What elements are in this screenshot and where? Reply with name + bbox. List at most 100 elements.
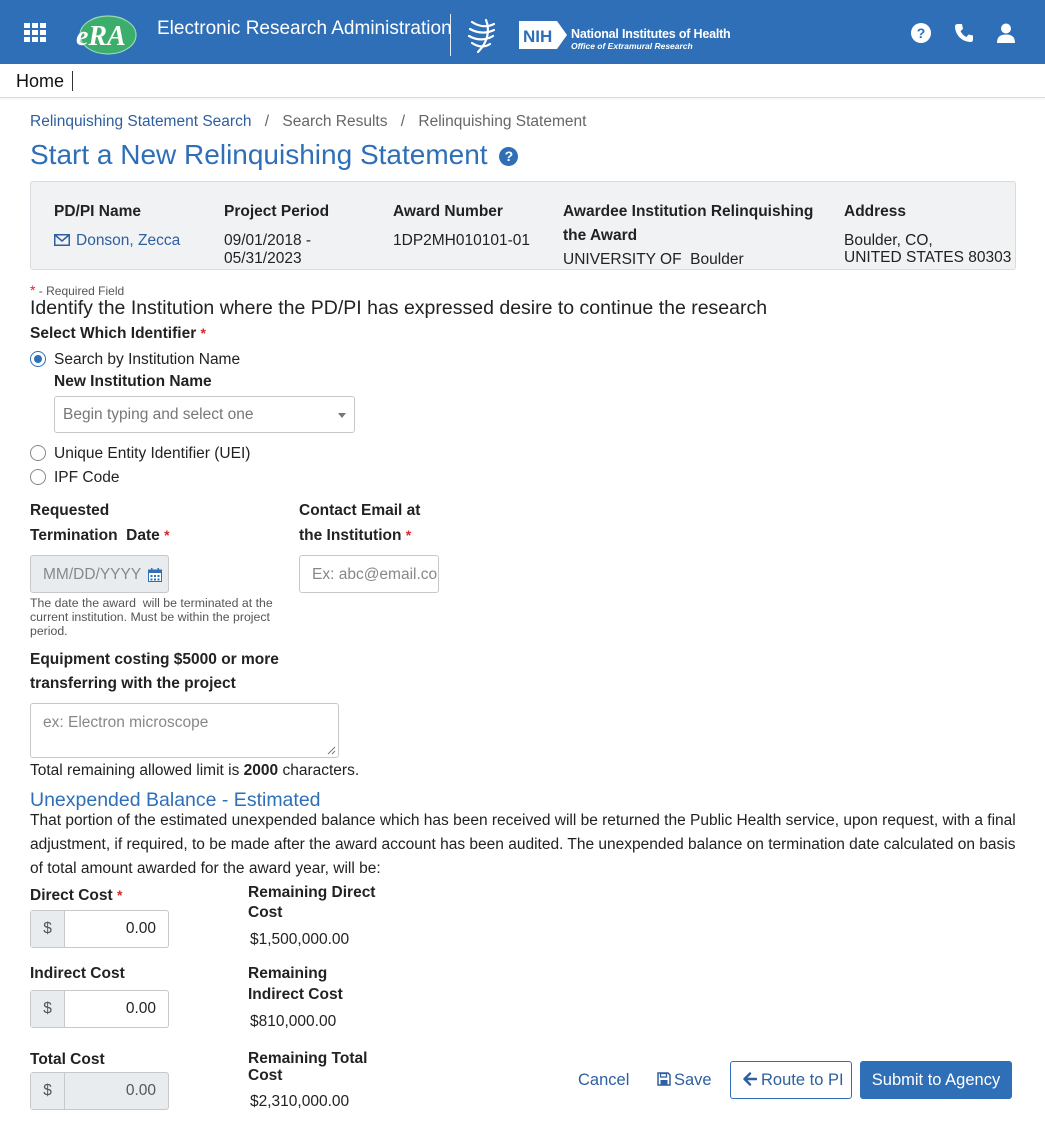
direct-cost-value: 0.00 xyxy=(125,920,156,937)
radio-button[interactable] xyxy=(30,469,46,485)
institution-name-select[interactable]: Begin typing and select one xyxy=(54,396,355,433)
caret-down-icon xyxy=(338,413,346,418)
header-divider xyxy=(450,14,451,56)
limit-suffix: characters. xyxy=(282,762,360,779)
save-label: Save xyxy=(674,1071,712,1089)
section-heading: Identify the Institution where the PD/PI… xyxy=(30,297,768,319)
termination-label-line1: Requested xyxy=(30,502,110,519)
radio-label: IPF Code xyxy=(54,469,120,486)
indirect-cost-input[interactable]: $ 0.00 xyxy=(30,990,169,1028)
phone-icon[interactable] xyxy=(953,22,975,44)
total-cost-label: Total Cost xyxy=(30,1051,105,1068)
required-marker: * xyxy=(405,527,412,543)
award-summary-panel: PD/PI Name Donson, Zecca Project Period … xyxy=(30,181,1016,270)
era-logo[interactable]: eRA xyxy=(70,12,138,58)
termination-date-label: Requested Termination Date * xyxy=(30,499,170,548)
app-title: Electronic Research Administration xyxy=(157,18,452,39)
radio-button-selected[interactable] xyxy=(30,351,46,367)
cancel-button[interactable]: Cancel xyxy=(578,1071,629,1090)
remaining-total-value: $2,310,000.00 xyxy=(250,1093,350,1110)
remaining-direct-line1: Remaining Direct xyxy=(248,884,376,901)
institution-name-label: New Institution Name xyxy=(54,373,212,390)
award-column: Award Number 1DP2MH010101-01 xyxy=(393,200,530,250)
save-icon xyxy=(657,1072,671,1086)
apps-grid-icon[interactable] xyxy=(24,23,46,43)
remaining-indirect-line1: Remaining xyxy=(248,965,328,982)
required-marker: * xyxy=(117,887,123,903)
page-title-text: Start a New Relinquishing Statement xyxy=(30,139,488,170)
remaining-indirect-value: $810,000.00 xyxy=(250,1013,337,1030)
indirect-cost-value: 0.00 xyxy=(125,1000,156,1017)
remaining-total-label: Remaining Total Cost xyxy=(248,1050,367,1084)
termination-date-hint: The date the award will be terminated at… xyxy=(30,596,292,638)
termination-label-line2: Termination Date xyxy=(30,527,160,544)
currency-addon: $ xyxy=(31,1073,65,1109)
hint-line1: The date the award will be terminated at… xyxy=(30,596,273,610)
svg-text:NIH: NIH xyxy=(523,27,552,46)
award-number: 1DP2MH010101-01 xyxy=(393,232,531,249)
currency-addon: $ xyxy=(31,911,65,947)
email-placeholder: Ex: abc@email.com xyxy=(312,566,439,583)
breadcrumb-search-link[interactable]: Relinquishing Statement Search xyxy=(30,113,251,130)
remaining-total-line1: Remaining Total xyxy=(248,1050,368,1067)
help-icon[interactable]: ? xyxy=(910,22,932,44)
nih-subtitle: Office of Extramural Research xyxy=(571,41,693,51)
calendar-icon[interactable] xyxy=(148,568,162,582)
currency-addon: $ xyxy=(31,991,65,1027)
radio-label: Unique Entity Identifier (UEI) xyxy=(54,445,251,462)
indirect-cost-label: Indirect Cost xyxy=(30,965,125,982)
award-number-label: Award Number xyxy=(393,203,503,220)
date-placeholder: MM/DD/YYYY xyxy=(43,566,142,583)
breadcrumb-search-results: Search Results xyxy=(282,113,388,130)
hint-line4: period. xyxy=(30,624,68,638)
pi-column: PD/PI Name Donson, Zecca xyxy=(54,200,180,250)
remaining-total-line2: Cost xyxy=(248,1067,283,1084)
institution-name-placeholder: Begin typing and select one xyxy=(63,406,254,423)
radio-uei[interactable]: Unique Entity Identifier (UEI) xyxy=(30,445,250,463)
resize-grip-icon[interactable] xyxy=(327,746,336,755)
email-label-line2: the Institution xyxy=(299,527,402,544)
radio-ipf-code[interactable]: IPF Code xyxy=(30,469,119,487)
equipment-label-line2: transferring with the project xyxy=(30,675,236,692)
nih-name: National Institutes of Health xyxy=(571,27,731,41)
direct-cost-input[interactable]: $ 0.00 xyxy=(30,910,169,948)
route-to-pi-button[interactable]: Route to PI xyxy=(730,1061,852,1099)
institution-label-cont: the Award xyxy=(563,227,638,244)
direct-cost-label: Direct Cost * xyxy=(30,883,122,908)
radio-label: Search by Institution Name xyxy=(54,351,241,368)
equipment-label: Equipment costing $5000 or more transfer… xyxy=(30,648,279,696)
institution-label: Awardee Institution Relinquishing xyxy=(563,203,814,220)
identifier-label-text: Select Which Identifier xyxy=(30,325,197,342)
route-to-pi-label: Route to PI xyxy=(761,1071,844,1089)
radio-institution-name[interactable]: Search by Institution Name xyxy=(30,351,240,369)
svg-text:?: ? xyxy=(917,25,926,41)
help-icon[interactable]: ? xyxy=(499,147,519,166)
pi-name-link[interactable]: Donson, Zecca xyxy=(54,232,180,250)
limit-value: 2000 xyxy=(243,762,279,779)
arrow-left-icon xyxy=(743,1072,758,1086)
termination-date-input[interactable]: MM/DD/YYYY xyxy=(30,555,169,593)
hint-line3: be within the project xyxy=(160,610,270,624)
breadcrumb-separator: / xyxy=(264,113,270,130)
user-icon[interactable] xyxy=(995,22,1017,44)
nav-bar: Home xyxy=(0,64,1045,98)
contact-email-input[interactable]: Ex: abc@email.com xyxy=(299,555,439,593)
save-button[interactable]: Save xyxy=(657,1071,712,1090)
address-line2: UNITED STATES 80303 xyxy=(844,249,1012,266)
direct-cost-label-text: Direct Cost xyxy=(30,887,113,904)
character-limit-text: Total remaining allowed limit is 2000 ch… xyxy=(30,762,359,780)
limit-prefix: Total remaining allowed limit is xyxy=(30,762,240,779)
equipment-placeholder: ex: Electron microscope xyxy=(43,714,209,731)
total-cost-field: $ 0.00 xyxy=(30,1072,169,1110)
email-label-line1: Contact Email at xyxy=(299,502,421,519)
required-note-text: - Required Field xyxy=(35,284,125,298)
pi-name[interactable]: Donson, Zecca xyxy=(76,232,180,249)
period-end: 05/31/2023 xyxy=(224,250,302,267)
breadcrumb-separator: / xyxy=(400,113,406,130)
equipment-textarea[interactable]: ex: Electron microscope xyxy=(30,703,339,758)
submit-to-agency-button[interactable]: Submit to Agency xyxy=(860,1061,1012,1099)
home-link[interactable]: Home xyxy=(16,71,74,91)
radio-button[interactable] xyxy=(30,445,46,461)
remaining-direct-value: $1,500,000.00 xyxy=(250,931,350,948)
nih-badge-logo: NIH xyxy=(519,21,567,49)
